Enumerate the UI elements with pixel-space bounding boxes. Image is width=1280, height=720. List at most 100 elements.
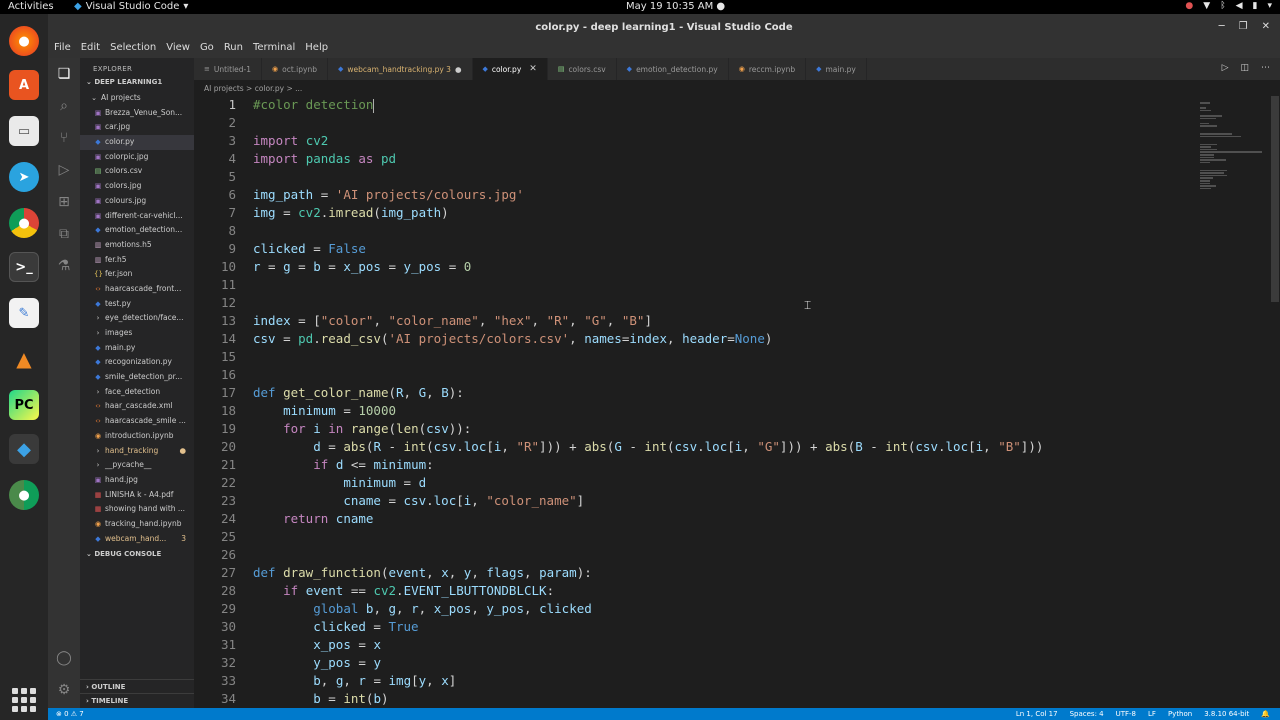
editor-tab[interactable]: ≡ Untitled-1 bbox=[194, 58, 263, 80]
tree-file[interactable]: ◆ webcam_hand... 3 bbox=[80, 532, 194, 547]
python-interpreter[interactable]: 3.8.10 64-bit bbox=[1204, 708, 1249, 720]
timeline-section[interactable]: › TIMELINE bbox=[80, 693, 194, 707]
pycharm-icon[interactable]: PC bbox=[9, 390, 39, 420]
code-line[interactable]: 21 if d <= minimum: bbox=[194, 456, 1194, 474]
manage-gear-icon[interactable]: ⚙ bbox=[54, 680, 74, 700]
software-center-icon[interactable]: A bbox=[9, 70, 39, 100]
search-icon[interactable]: ⌕ bbox=[54, 96, 74, 116]
app-menu[interactable]: ◆ Visual Studio Code ▾ bbox=[74, 1, 188, 12]
tree-file[interactable]: ▥ fer.h5 bbox=[80, 253, 194, 268]
firefox-icon[interactable]: ● bbox=[9, 26, 39, 56]
code-line[interactable]: 31 x_pos = x bbox=[194, 636, 1194, 654]
editor-tab[interactable]: ◆ color.py ✕ bbox=[472, 58, 548, 80]
tree-file[interactable]: ◆ main.py bbox=[80, 341, 194, 356]
code-line[interactable]: 12 bbox=[194, 294, 1194, 312]
editor-tab[interactable]: ◉ reccm.ipynb bbox=[728, 58, 807, 80]
code-line[interactable]: 16 bbox=[194, 366, 1194, 384]
code-line[interactable]: 7 img = cv2.imread(img_path) bbox=[194, 204, 1194, 222]
code-line[interactable]: 15 bbox=[194, 348, 1194, 366]
run-icon[interactable]: ▷ bbox=[1222, 63, 1229, 73]
tree-file[interactable]: {} fer.json bbox=[80, 267, 194, 282]
tree-file[interactable]: ◆ smile_detection_pr... bbox=[80, 370, 194, 385]
run-debug-icon[interactable]: ▷ bbox=[54, 160, 74, 180]
code-editor[interactable]: 1 #color detection 2 3 import cv2 4 import pan… bbox=[194, 96, 1194, 708]
code-line[interactable]: 14 csv = pd.read_csv('AI projects/colors.… bbox=[194, 330, 1194, 348]
code-line[interactable]: 20 d = abs(R - int(csv.loc[i, "R"])) + a… bbox=[194, 438, 1194, 456]
code-line[interactable]: 26 bbox=[194, 546, 1194, 564]
editor-tab[interactable]: ◆ webcam_handtracking.py 3 ● bbox=[327, 58, 473, 80]
minimize-icon[interactable]: ─ bbox=[1219, 21, 1225, 32]
extensions-icon[interactable]: ⊞ bbox=[54, 192, 74, 212]
tree-file[interactable]: ◉ introduction.ipynb bbox=[80, 429, 194, 444]
chrome-icon[interactable]: ● bbox=[9, 208, 39, 238]
activities-button[interactable]: Activities bbox=[8, 1, 54, 12]
clock[interactable]: May 19 10:35 AM ● bbox=[626, 1, 725, 12]
explorer-icon[interactable]: ❏ bbox=[54, 64, 74, 84]
code-line[interactable]: 5 bbox=[194, 168, 1194, 186]
menu-edit[interactable]: Edit bbox=[81, 42, 100, 58]
code-line[interactable]: 29 global b, g, r, x_pos, y_pos, clicked bbox=[194, 600, 1194, 618]
tab-close-icon[interactable]: ✕ bbox=[529, 64, 537, 74]
tree-folder[interactable]: › __pycache__ bbox=[80, 458, 194, 473]
end-of-line[interactable]: LF bbox=[1148, 708, 1156, 720]
scroll-thumb[interactable] bbox=[1271, 96, 1279, 302]
editor-tab[interactable]: ▤ colors.csv bbox=[547, 58, 617, 80]
tree-file[interactable]: ‹› haarcascade_front... bbox=[80, 282, 194, 297]
tree-file[interactable]: ◆ test.py bbox=[80, 297, 194, 312]
indentation[interactable]: Spaces: 4 bbox=[1070, 708, 1104, 720]
code-line[interactable]: 3 import cv2 bbox=[194, 132, 1194, 150]
accounts-icon[interactable]: ◯ bbox=[54, 648, 74, 668]
code-line[interactable]: 24 return cname bbox=[194, 510, 1194, 528]
tree-file[interactable]: ▦ LINISHA k - A4.pdf bbox=[80, 488, 194, 503]
tree-file[interactable]: ▣ colorpic.jpg bbox=[80, 150, 194, 165]
tree-file[interactable]: ▦ showing hand with ... bbox=[80, 502, 194, 517]
code-line[interactable]: 19 for i in range(len(csv)): bbox=[194, 420, 1194, 438]
code-line[interactable]: 11 bbox=[194, 276, 1194, 294]
files-icon[interactable]: ▭ bbox=[9, 116, 39, 146]
tree-folder[interactable]: › images bbox=[80, 326, 194, 341]
unsaved-dot-icon[interactable]: ● bbox=[455, 65, 462, 74]
tree-file[interactable]: ▥ emotions.h5 bbox=[80, 238, 194, 253]
tree-file[interactable]: ▣ colors.jpg bbox=[80, 179, 194, 194]
debug-console-section[interactable]: ⌄ DEBUG CONSOLE bbox=[80, 550, 194, 563]
code-line[interactable]: 8 bbox=[194, 222, 1194, 240]
code-line[interactable]: 34 b = int(b) bbox=[194, 690, 1194, 708]
menu-help[interactable]: Help bbox=[305, 42, 328, 58]
telegram-icon[interactable]: ➤ bbox=[9, 162, 39, 192]
code-line[interactable]: 4 import pandas as pd bbox=[194, 150, 1194, 168]
maximize-icon[interactable]: ❐ bbox=[1239, 21, 1248, 32]
close-icon[interactable]: ✕ bbox=[1262, 21, 1270, 32]
problems-indicator[interactable]: ⊗ 0 ⚠ 7 bbox=[56, 708, 84, 720]
code-line[interactable]: 13 index = ["color", "color_name", "hex",… bbox=[194, 312, 1194, 330]
tree-file[interactable]: ▣ hand.jpg bbox=[80, 473, 194, 488]
code-line[interactable]: 23 cname = csv.loc[i, "color_name"] bbox=[194, 492, 1194, 510]
menu-run[interactable]: Run bbox=[224, 42, 243, 58]
code-line[interactable]: 6 img_path = 'AI projects/colours.jpg' bbox=[194, 186, 1194, 204]
tree-file[interactable]: ‹› haarcascade_smile ... bbox=[80, 414, 194, 429]
tree-file[interactable]: ▤ colors.csv bbox=[80, 164, 194, 179]
terminal-icon[interactable]: >_ bbox=[9, 252, 39, 282]
tree-file[interactable]: ◆ color.py bbox=[80, 135, 194, 150]
text-editor-icon[interactable]: ✎ bbox=[9, 298, 39, 328]
notifications-bell-icon[interactable]: 🔔 bbox=[1261, 708, 1270, 720]
code-line[interactable]: 17 def get_color_name(R, G, B): bbox=[194, 384, 1194, 402]
folder-ai-projects[interactable]: ⌄ AI projects bbox=[80, 91, 194, 106]
menu-selection[interactable]: Selection bbox=[110, 42, 156, 58]
code-line[interactable]: 22 minimum = d bbox=[194, 474, 1194, 492]
code-line[interactable]: 18 minimum = 10000 bbox=[194, 402, 1194, 420]
tree-folder[interactable]: › eye_detection/face... bbox=[80, 311, 194, 326]
tree-file[interactable]: ◆ emotion_detection... bbox=[80, 223, 194, 238]
tree-folder[interactable]: › face_detection bbox=[80, 385, 194, 400]
breadcrumb[interactable]: AI projects > color.py > ... bbox=[194, 80, 1194, 96]
chrome-secondary-icon[interactable]: ● bbox=[9, 480, 39, 510]
code-line[interactable]: 28 if event == cv2.EVENT_LBUTTONDBLCLK: bbox=[194, 582, 1194, 600]
testing-icon[interactable]: ⚗ bbox=[54, 256, 74, 276]
code-line[interactable]: 9 clicked = False bbox=[194, 240, 1194, 258]
tree-file[interactable]: ▣ car.jpg bbox=[80, 120, 194, 135]
tree-folder[interactable]: › hand_tracking ● bbox=[80, 444, 194, 459]
editor-tab[interactable]: ◆ main.py bbox=[806, 58, 867, 80]
editor-scrollbar[interactable] bbox=[1270, 96, 1280, 708]
split-editor-icon[interactable]: ◫ bbox=[1240, 63, 1249, 73]
tree-file[interactable]: ▣ colours.jpg bbox=[80, 194, 194, 209]
system-tray[interactable]: ● ▼ ᛒ ◀ ▮ ▾ bbox=[1185, 1, 1272, 11]
